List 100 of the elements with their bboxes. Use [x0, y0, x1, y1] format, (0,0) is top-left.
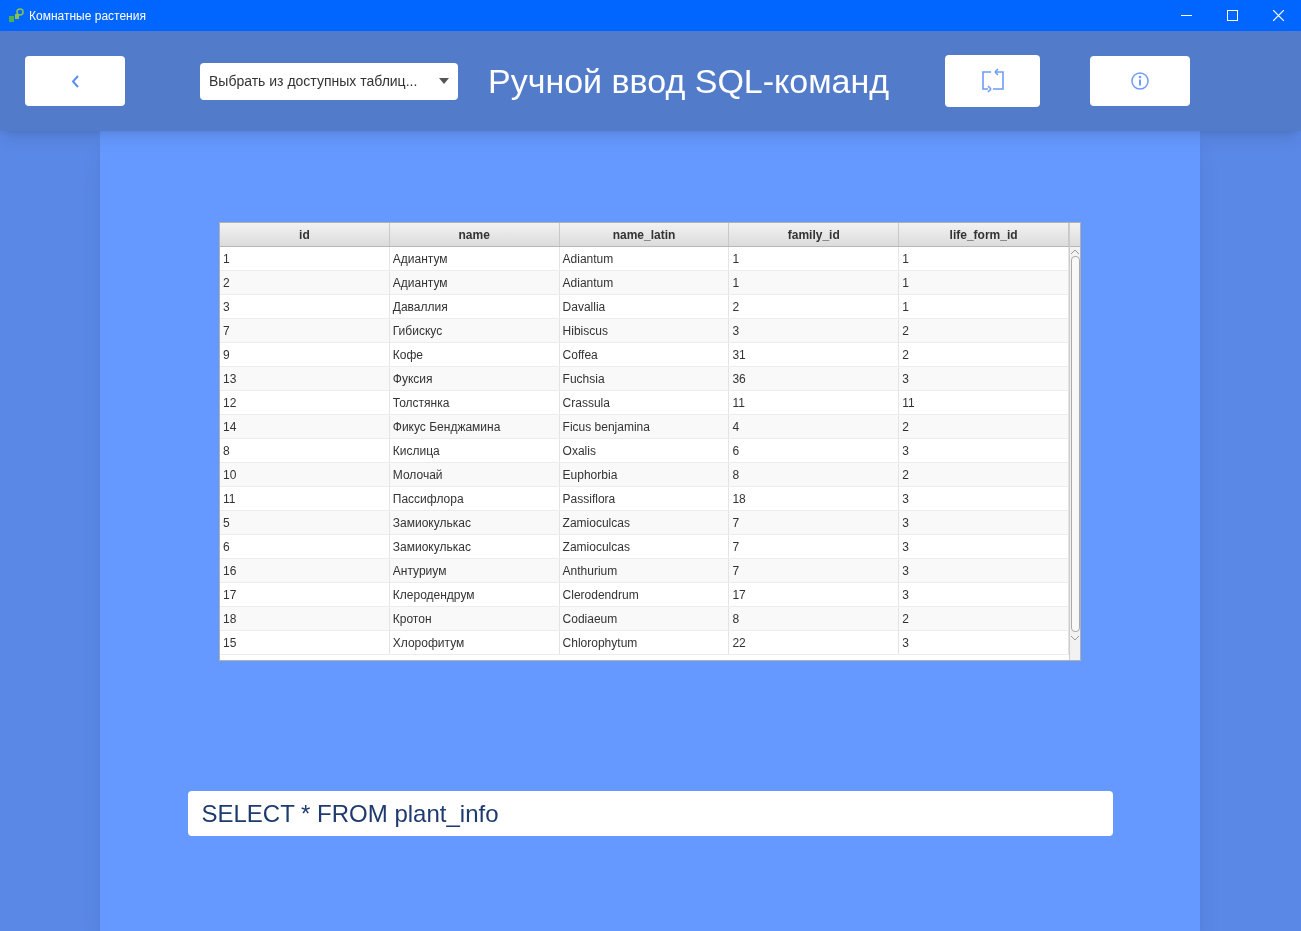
- table-cell: Codiaeum: [559, 607, 730, 630]
- table-cell: Адиантум: [389, 247, 560, 270]
- table-cell: 7: [729, 535, 900, 558]
- scrollbar[interactable]: [1069, 223, 1080, 660]
- table-cell: Гибискус: [389, 319, 560, 342]
- table-cell: Адиантум: [389, 271, 560, 294]
- table-cell: 18: [729, 487, 900, 510]
- table-cell: 1: [899, 247, 1069, 270]
- column-header[interactable]: life_form_id: [899, 223, 1069, 246]
- table-cell: Клеродендрум: [389, 583, 560, 606]
- table-cell: 1: [729, 247, 900, 270]
- plant-app-icon: [8, 7, 24, 24]
- table-cell: 36: [729, 367, 900, 390]
- table-cell: 5: [220, 511, 390, 534]
- table-cell: Кротон: [389, 607, 560, 630]
- table-cell: 2: [899, 607, 1069, 630]
- table-cell: 16: [220, 559, 390, 582]
- table-cell: 2: [899, 319, 1069, 342]
- table-cell: 3: [729, 319, 900, 342]
- table-cell: Замиокулькас: [389, 511, 560, 534]
- table-cell: 3: [899, 487, 1069, 510]
- table-cell: Антуриум: [389, 559, 560, 582]
- table-cell: 3: [899, 559, 1069, 582]
- table-cell: Пассифлора: [389, 487, 560, 510]
- scroll-down-icon[interactable]: [1071, 636, 1079, 641]
- table-cell: 3: [899, 583, 1069, 606]
- scroll-thumb[interactable]: [1070, 256, 1080, 632]
- table-cell: Zamioculcas: [559, 511, 730, 534]
- column-header[interactable]: family_id: [729, 223, 900, 246]
- info-icon: [1131, 72, 1149, 90]
- column-header[interactable]: id: [220, 223, 390, 246]
- table-cell: 13: [220, 367, 390, 390]
- table-cell: 14: [220, 415, 390, 438]
- table-cell: 11: [220, 487, 390, 510]
- table-cell: 18: [220, 607, 390, 630]
- table-cell: 17: [220, 583, 390, 606]
- table-cell: Zamioculcas: [559, 535, 730, 558]
- column-header[interactable]: name: [389, 223, 560, 246]
- sql-input-field[interactable]: SELECT * FROM plant_info: [187, 791, 1113, 836]
- table-cell: 2: [899, 415, 1069, 438]
- table-cell: 9: [220, 343, 390, 366]
- table-cell: 3: [899, 511, 1069, 534]
- column-header[interactable]: name_latin: [559, 223, 730, 246]
- table-cell: 3: [899, 367, 1069, 390]
- table-cell: Фикус Бенджамина: [389, 415, 560, 438]
- table-cell: 8: [729, 463, 900, 486]
- table-select-dropdown[interactable]: Выбрать из доступных таблиц...: [200, 62, 458, 100]
- page-title: Ручной ввод SQL-команд: [488, 60, 891, 102]
- table-cell: 2: [729, 295, 900, 318]
- table-cell: 1: [899, 295, 1069, 318]
- refresh-button[interactable]: [945, 55, 1040, 107]
- table-cell: Хлорофитум: [389, 631, 560, 654]
- table-cell: 22: [729, 631, 900, 654]
- table-cell: 4: [729, 415, 900, 438]
- table-cell: 6: [729, 439, 900, 462]
- dropdown-caret-icon: [439, 78, 449, 84]
- table-cell: Даваллия: [389, 295, 560, 318]
- table-cell: 3: [899, 439, 1069, 462]
- table-cell: 8: [729, 607, 900, 630]
- table-cell: 1: [899, 271, 1069, 294]
- table-cell: 10: [220, 463, 390, 486]
- table-cell: Davallia: [559, 295, 730, 318]
- table-cell: Кофе: [389, 343, 560, 366]
- table-cell: 15: [220, 631, 390, 654]
- table-cell: Фуксия: [389, 367, 560, 390]
- table-cell: 11: [729, 391, 900, 414]
- table-cell: Crassula: [559, 391, 730, 414]
- table-cell: 2: [899, 463, 1069, 486]
- table-cell: 2: [220, 271, 390, 294]
- table-cell: 11: [899, 391, 1069, 414]
- table-cell: Adiantum: [559, 271, 730, 294]
- table-cell: Толстянка: [389, 391, 560, 414]
- table-cell: Fuchsia: [559, 367, 730, 390]
- scroll-up-icon[interactable]: [1071, 249, 1079, 254]
- table-cell: Passiflora: [559, 487, 730, 510]
- table-cell: Clerodendrum: [559, 583, 730, 606]
- table-cell: Chlorophytum: [559, 631, 730, 654]
- table-cell: 17: [729, 583, 900, 606]
- table-cell: Кислица: [389, 439, 560, 462]
- table-cell: Ficus benjamina: [559, 415, 730, 438]
- window-title: Комнатные растения: [29, 7, 146, 25]
- table-cell: Euphorbia: [559, 463, 730, 486]
- table-cell: 3: [220, 295, 390, 318]
- table-cell: Замиокулькас: [389, 535, 560, 558]
- table-cell: Молочай: [389, 463, 560, 486]
- minimize-icon: [1180, 15, 1192, 16]
- table-cell: 7: [729, 559, 900, 582]
- table-cell: 3: [899, 631, 1069, 654]
- table-cell: 3: [899, 535, 1069, 558]
- table-cell: Hibiscus: [559, 319, 730, 342]
- table-cell: Adiantum: [559, 247, 730, 270]
- info-button[interactable]: [1090, 56, 1190, 106]
- table-cell: 6: [220, 535, 390, 558]
- table-cell: 31: [729, 343, 900, 366]
- table-cell: 8: [220, 439, 390, 462]
- table-cell: 12: [220, 391, 390, 414]
- close-icon: [1272, 10, 1284, 21]
- table-cell: Coffea: [559, 343, 730, 366]
- table-cell: 7: [220, 319, 390, 342]
- table-cell: Anthurium: [559, 559, 730, 582]
